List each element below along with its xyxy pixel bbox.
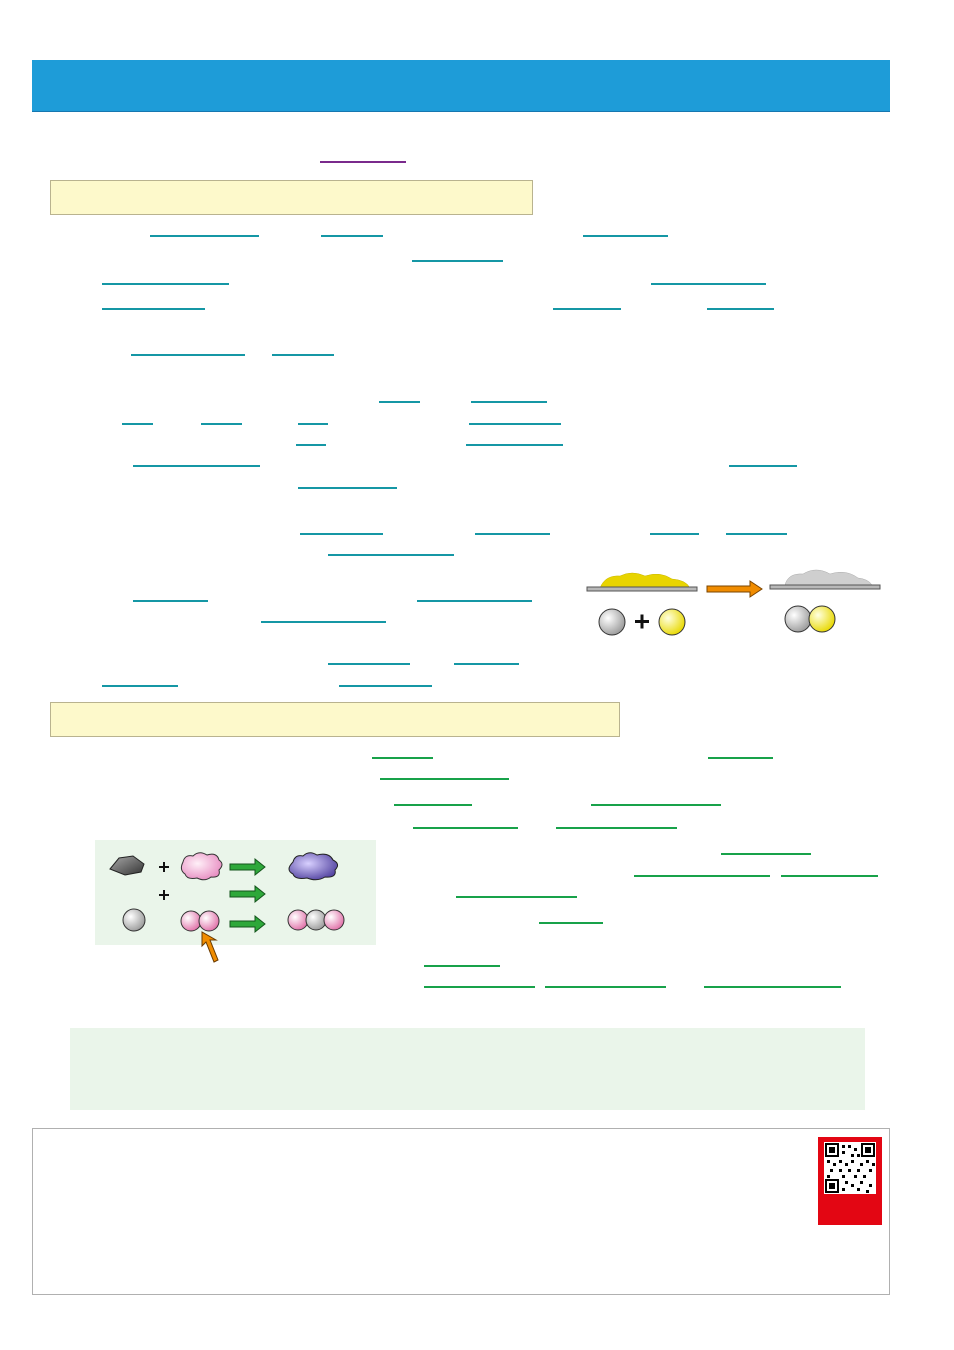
fill-in-blank (328, 554, 454, 556)
fill-in-blank (553, 308, 621, 310)
fill-in-blank (133, 600, 208, 602)
fill-in-blank (413, 827, 518, 829)
fill-in-blank (150, 235, 259, 237)
grey-atom-icon (122, 908, 146, 932)
plus-icon (635, 614, 649, 629)
fill-in-blank (708, 757, 773, 759)
fill-in-blank (651, 283, 766, 285)
fill-in-blank (102, 308, 205, 310)
pink-molecule-icon (180, 910, 220, 932)
reaction-diagram-2 (95, 840, 376, 963)
green-arrow-icon (229, 884, 266, 904)
fill-in-blank (320, 161, 406, 163)
fill-in-blank (296, 444, 326, 446)
fill-in-blank (380, 778, 509, 780)
fill-in-blank (417, 600, 532, 602)
fill-in-blank (133, 465, 260, 467)
reaction-diagram-1 (586, 569, 881, 636)
fill-in-blank (298, 423, 328, 425)
fill-in-blank (339, 685, 432, 687)
plus-icon (159, 862, 169, 872)
molecule-chain-icon (287, 909, 345, 931)
section-heading-box (50, 180, 533, 215)
fill-in-blank (781, 875, 878, 877)
fill-in-blank (122, 423, 153, 425)
fill-in-blank (650, 533, 699, 535)
fill-in-blank (372, 757, 433, 759)
grey-powder-icon (769, 569, 881, 590)
green-arrow-icon (229, 914, 266, 934)
fill-in-blank (469, 423, 561, 425)
fill-in-blank (704, 986, 841, 988)
grey-atom-icon (598, 608, 626, 636)
fill-in-blank (102, 685, 178, 687)
fill-in-blank (379, 401, 420, 403)
yellow-powder-icon (586, 572, 698, 592)
fill-in-blank (272, 354, 334, 356)
purple-cloud-icon (288, 852, 339, 881)
fill-in-blank (456, 896, 577, 898)
fill-in-blank (726, 533, 787, 535)
fill-in-blank (261, 621, 386, 623)
green-arrow-icon (229, 857, 266, 877)
footer-box (32, 1128, 890, 1295)
section-heading-box (50, 702, 620, 737)
fill-in-blank (634, 875, 770, 877)
orange-pointer-icon (201, 931, 219, 963)
fill-in-blank (539, 922, 603, 924)
fill-in-blank (424, 965, 500, 967)
fill-in-blank (321, 235, 383, 237)
fill-in-blank (394, 804, 472, 806)
fill-in-blank (475, 533, 550, 535)
fill-in-blank (556, 827, 677, 829)
fill-in-blank (131, 354, 245, 356)
fill-in-blank (707, 308, 774, 310)
grey-rock-icon (109, 855, 145, 876)
fill-in-blank (466, 444, 563, 446)
qr-code-icon[interactable] (824, 1142, 876, 1194)
fill-in-blank (454, 663, 519, 665)
fill-in-blank (102, 283, 229, 285)
fill-in-blank (721, 853, 811, 855)
orange-arrow-icon (706, 580, 763, 598)
fill-in-blank (412, 260, 503, 262)
fill-in-blank (300, 533, 383, 535)
compound-icon (784, 605, 836, 633)
fill-in-blank (328, 663, 410, 665)
plus-icon (159, 890, 169, 900)
fill-in-blank (591, 804, 721, 806)
fill-in-blank (201, 423, 242, 425)
fill-in-blank (545, 986, 666, 988)
fill-in-blank (729, 465, 797, 467)
note-box (70, 1028, 865, 1110)
yellow-atom-icon (658, 608, 686, 636)
fill-in-blank (583, 235, 668, 237)
fill-in-blank (424, 986, 535, 988)
fill-in-blank (298, 487, 397, 489)
pink-cloud-icon (180, 852, 223, 881)
fill-in-blank (471, 401, 547, 403)
header-bar (32, 60, 890, 112)
